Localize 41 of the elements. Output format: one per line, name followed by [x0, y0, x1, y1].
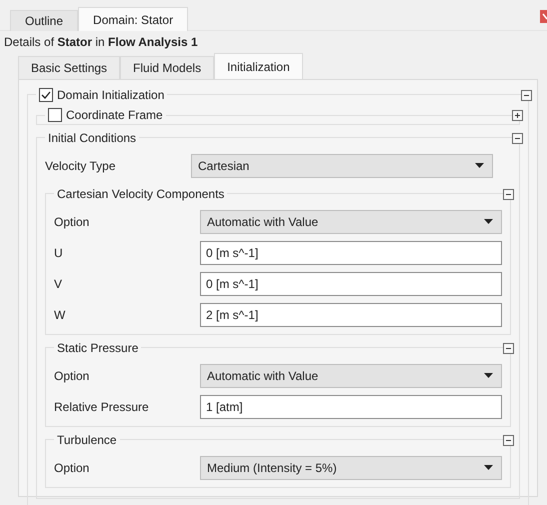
- checkbox[interactable]: [39, 88, 53, 102]
- input-field[interactable]: 2 [m s^-1]: [200, 302, 502, 326]
- field-label: Option: [54, 368, 90, 382]
- tab[interactable]: Initialization: [214, 53, 303, 79]
- collapse-icon[interactable]: [503, 342, 514, 354]
- tab[interactable]: Basic Settings: [18, 56, 120, 79]
- caret-icon: [475, 163, 484, 168]
- field-label: Option: [54, 214, 90, 228]
- input-field[interactable]: 0 [m s^-1]: [200, 272, 502, 296]
- collapse-icon[interactable]: [512, 132, 523, 144]
- group-title: Domain Initialization: [57, 88, 164, 102]
- field-label: V: [54, 276, 64, 290]
- group-title: Static Pressure: [57, 341, 138, 355]
- caret-icon: [484, 219, 493, 224]
- field-label: Velocity Type: [45, 158, 116, 172]
- field-label: Relative Pressure: [54, 400, 150, 414]
- group-title: Initial Conditions: [48, 131, 136, 145]
- tab[interactable]: Fluid Models: [120, 56, 214, 79]
- field-label: W: [54, 308, 66, 322]
- tab[interactable]: Outline: [10, 10, 78, 31]
- group-title: Coordinate Frame: [66, 108, 163, 122]
- checkbox[interactable]: [48, 108, 62, 122]
- group-title: Cartesian Velocity Components: [57, 187, 224, 201]
- dropdown[interactable]: Cartesian: [191, 154, 493, 178]
- collapse-icon[interactable]: [503, 188, 514, 200]
- details-heading: Details of Stator in Flow Analysis 1: [3, 34, 199, 51]
- close-icon[interactable]: [540, 10, 547, 23]
- input-field[interactable]: 1 [atm]: [200, 394, 502, 418]
- caret-icon: [484, 373, 493, 378]
- dropdown[interactable]: Medium (Intensity = 5%): [200, 456, 502, 480]
- tab[interactable]: Domain: Stator: [78, 7, 188, 31]
- field-label: U: [54, 246, 64, 260]
- group-title: Turbulence: [57, 433, 117, 447]
- dropdown[interactable]: Automatic with Value: [200, 210, 502, 234]
- collapse-icon[interactable]: [503, 434, 514, 446]
- field-label: Option: [54, 460, 90, 474]
- expand-icon[interactable]: [512, 110, 523, 120]
- caret-icon: [484, 465, 493, 470]
- collapse-icon[interactable]: [521, 90, 532, 100]
- dropdown[interactable]: Automatic with Value: [200, 364, 502, 388]
- input-field[interactable]: 0 [m s^-1]: [200, 240, 502, 264]
